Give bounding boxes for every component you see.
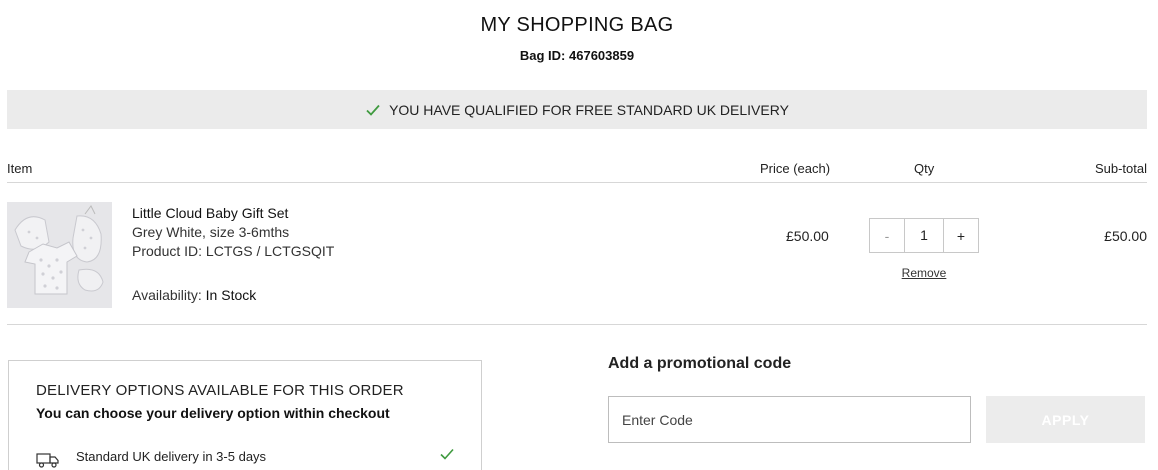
remove-link[interactable]: Remove bbox=[869, 266, 979, 280]
check-icon bbox=[440, 448, 454, 460]
qty-increase-button[interactable]: + bbox=[944, 219, 978, 252]
banner-text: YOU HAVE QUALIFIED FOR FREE STANDARD UK … bbox=[389, 101, 789, 118]
product-id: Product ID: LCTGS / LCTGSQIT bbox=[132, 243, 335, 259]
truck-icon bbox=[36, 453, 59, 468]
delivery-options-subtitle: You can choose your delivery option with… bbox=[36, 405, 390, 421]
promo-title: Add a promotional code bbox=[608, 355, 792, 372]
column-header-subtotal: Sub-total bbox=[1094, 161, 1147, 176]
free-delivery-banner: YOU HAVE QUALIFIED FOR FREE STANDARD UK … bbox=[7, 90, 1147, 129]
item-subtotal: £50.00 bbox=[1104, 228, 1147, 244]
page-title: MY SHOPPING BAG bbox=[480, 14, 674, 36]
bag-id: Bag ID: 467603859 bbox=[0, 48, 1154, 63]
promo-code-input[interactable] bbox=[608, 396, 971, 443]
header-divider bbox=[7, 182, 1147, 183]
product-name[interactable]: Little Cloud Baby Gift Set bbox=[132, 205, 288, 221]
row-divider bbox=[7, 324, 1147, 325]
apply-button[interactable]: APPLY bbox=[986, 396, 1145, 443]
bag-id-label: Bag ID: bbox=[519, 48, 566, 63]
quantity-stepper: - 1 + bbox=[869, 218, 979, 253]
product-availability: Availability: In Stock bbox=[132, 287, 256, 303]
qty-value[interactable]: 1 bbox=[904, 219, 944, 252]
product-variant: Grey White, size 3-6mths bbox=[132, 224, 290, 240]
product-image[interactable] bbox=[7, 202, 112, 308]
column-header-qty: Qty bbox=[914, 161, 935, 176]
column-header-price: Price (each) bbox=[760, 161, 831, 176]
bag-id-value: 467603859 bbox=[569, 48, 635, 63]
column-header-item: Item bbox=[7, 161, 33, 176]
availability-value: In Stock bbox=[205, 287, 257, 303]
qty-decrease-button[interactable]: - bbox=[870, 219, 904, 252]
item-price: £50.00 bbox=[786, 228, 829, 244]
availability-label: Availability: bbox=[132, 287, 202, 303]
delivery-options-box: DELIVERY OPTIONS AVAILABLE FOR THIS ORDE… bbox=[8, 360, 482, 470]
check-icon bbox=[366, 104, 380, 116]
delivery-option-label: Standard UK delivery in 3-5 days bbox=[76, 449, 267, 464]
delivery-options-title: DELIVERY OPTIONS AVAILABLE FOR THIS ORDE… bbox=[36, 382, 404, 399]
